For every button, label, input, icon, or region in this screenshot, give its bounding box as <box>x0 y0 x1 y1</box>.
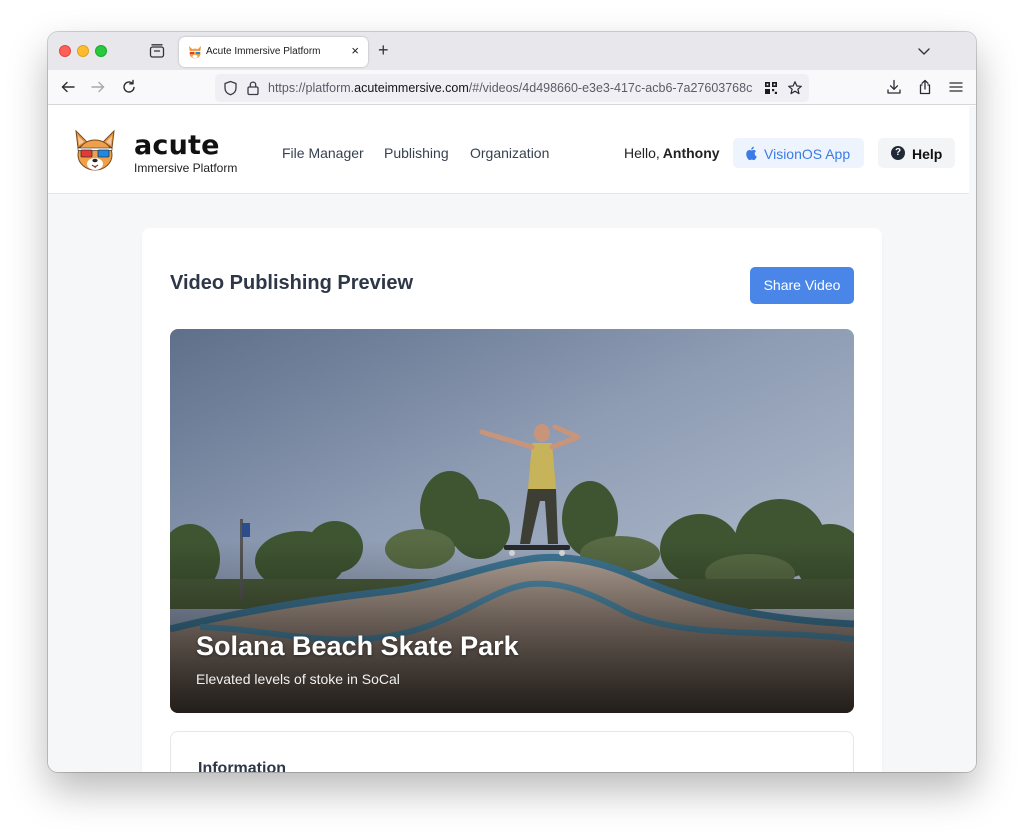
active-tab[interactable]: Acute Immersive Platform × <box>179 37 368 67</box>
nav-organization[interactable]: Organization <box>470 145 549 161</box>
page-scrollbar[interactable] <box>969 106 976 772</box>
publishing-preview-card: Video Publishing Preview Share Video Sol… <box>142 228 882 772</box>
user-name: Anthony <box>662 145 720 161</box>
forward-icon[interactable] <box>90 79 106 95</box>
qr-code-icon[interactable] <box>764 81 778 95</box>
video-preview[interactable]: Solana Beach Skate Park Elevated levels … <box>170 329 854 713</box>
share-icon[interactable] <box>917 79 933 95</box>
page-content: acute Immersive Platform File Manager Pu… <box>48 106 976 772</box>
video-title: Solana Beach Skate Park <box>196 631 519 661</box>
site-header: acute Immersive Platform File Manager Pu… <box>48 106 969 194</box>
help-label: Help <box>912 146 943 162</box>
share-video-button[interactable]: Share Video <box>750 267 854 304</box>
visionos-app-label: VisionOS App <box>764 146 851 162</box>
corgi-logo-icon[interactable] <box>72 128 118 174</box>
nav-file-manager[interactable]: File Manager <box>282 145 364 161</box>
corgi-favicon-icon <box>189 46 201 59</box>
help-button[interactable]: ? Help <box>878 138 955 168</box>
visionos-app-button[interactable]: VisionOS App <box>733 138 864 168</box>
zoom-window-button[interactable] <box>95 45 107 57</box>
url-bar[interactable]: https://platform.acuteimmersive.com/#/vi… <box>215 74 809 102</box>
back-icon[interactable] <box>60 79 76 95</box>
apple-icon <box>746 146 757 160</box>
new-tab-button[interactable]: + <box>378 40 389 60</box>
url-text[interactable]: https://platform.acuteimmersive.com/#/vi… <box>268 81 754 95</box>
menu-icon[interactable] <box>948 79 964 95</box>
nav-publishing[interactable]: Publishing <box>384 145 449 161</box>
minimize-window-button[interactable] <box>77 45 89 57</box>
information-panel: Information <box>170 731 854 772</box>
tab-strip: Acute Immersive Platform × + <box>48 32 976 70</box>
page-title: Video Publishing Preview <box>170 272 414 294</box>
brand-name[interactable]: acute <box>134 130 220 161</box>
tab-title: Acute Immersive Platform <box>206 46 321 57</box>
navigation-bar: https://platform.acuteimmersive.com/#/vi… <box>48 70 976 105</box>
browser-window: Acute Immersive Platform × + https://pla… <box>48 32 976 772</box>
information-heading: Information <box>198 760 286 772</box>
help-icon: ? <box>891 146 905 160</box>
greeting: Hello, Anthony <box>624 145 720 161</box>
tab-close-button[interactable]: × <box>351 43 359 58</box>
chevron-down-icon[interactable] <box>916 43 932 59</box>
reload-icon[interactable] <box>121 79 137 95</box>
shield-icon[interactable] <box>223 80 238 96</box>
close-window-button[interactable] <box>59 45 71 57</box>
tabs-icon[interactable] <box>148 42 166 60</box>
lock-icon[interactable] <box>246 80 260 96</box>
video-subtitle: Elevated levels of stoke in SoCal <box>196 671 400 687</box>
bookmark-star-icon[interactable] <box>787 80 803 96</box>
download-icon[interactable] <box>886 79 902 95</box>
brand-subtitle: Immersive Platform <box>134 161 238 175</box>
